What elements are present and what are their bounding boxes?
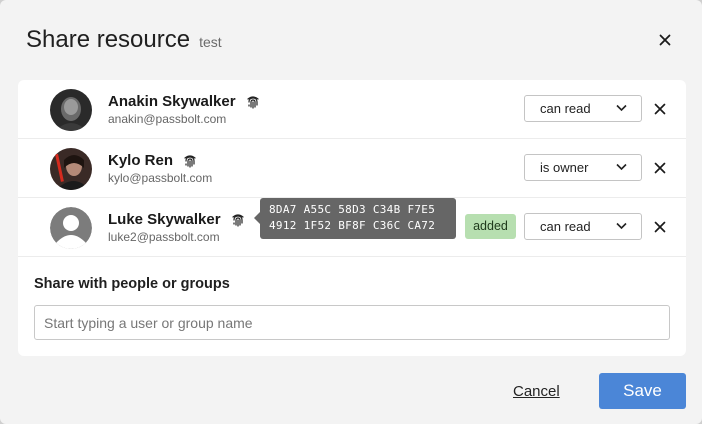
added-badge: added bbox=[465, 214, 516, 239]
avatar-photo-icon bbox=[50, 148, 92, 190]
fingerprint-icon[interactable] bbox=[245, 94, 261, 110]
avatar bbox=[50, 89, 92, 131]
user-name: Anakin Skywalker bbox=[108, 93, 236, 110]
permission-value: is owner bbox=[540, 160, 589, 175]
user-email: anakin@passbolt.com bbox=[108, 112, 227, 126]
save-button[interactable]: Save bbox=[599, 373, 686, 409]
permission-select[interactable]: can read bbox=[524, 213, 642, 240]
share-search-input[interactable] bbox=[34, 305, 670, 340]
user-email: kylo@passbolt.com bbox=[108, 171, 213, 185]
share-panel: Anakin Skywalker anakin@passbolt.com can… bbox=[18, 80, 686, 356]
chevron-down-icon bbox=[616, 222, 627, 230]
avatar-photo-icon bbox=[50, 89, 92, 131]
user-name: Luke Skywalker bbox=[108, 211, 221, 228]
permission-select[interactable]: is owner bbox=[524, 154, 642, 181]
share-label: Share with people or groups bbox=[34, 276, 230, 292]
chevron-down-icon bbox=[616, 163, 627, 171]
permission-value: can read bbox=[540, 219, 591, 234]
avatar bbox=[50, 148, 92, 190]
permission-row: Luke Skywalker luke2@passbolt.com 8DA7 A… bbox=[18, 198, 686, 257]
default-user-icon bbox=[50, 207, 92, 249]
user-email: luke2@passbolt.com bbox=[108, 230, 220, 244]
fingerprint-line: 4912 1F52 BF8F C36C CA72 bbox=[269, 219, 436, 232]
avatar bbox=[50, 207, 92, 249]
dialog-title: Share resource bbox=[26, 26, 191, 53]
fingerprint-line: 8DA7 A55C 58D3 C34B F7E5 bbox=[269, 203, 436, 216]
permission-row: Kylo Ren kylo@passbolt.com is owner bbox=[18, 139, 686, 198]
fingerprint-icon[interactable] bbox=[182, 153, 198, 169]
fingerprint-icon[interactable] bbox=[230, 212, 246, 228]
resource-name: test bbox=[199, 34, 222, 50]
cancel-button[interactable]: Cancel bbox=[513, 383, 560, 400]
user-name: Kylo Ren bbox=[108, 152, 174, 169]
share-dialog: Share resource test Anakin Skywalker ana… bbox=[0, 0, 702, 424]
chevron-down-icon bbox=[616, 104, 627, 112]
remove-permission-icon[interactable] bbox=[654, 221, 666, 233]
close-icon[interactable] bbox=[657, 32, 673, 48]
remove-permission-icon[interactable] bbox=[654, 162, 666, 174]
permission-row: Anakin Skywalker anakin@passbolt.com can… bbox=[18, 80, 686, 139]
remove-permission-icon[interactable] bbox=[654, 103, 666, 115]
permission-value: can read bbox=[540, 101, 591, 116]
fingerprint-tooltip: 8DA7 A55C 58D3 C34B F7E5 4912 1F52 BF8F … bbox=[254, 198, 456, 239]
permission-select[interactable]: can read bbox=[524, 95, 642, 122]
dialog-header: Share resource test bbox=[26, 26, 222, 54]
